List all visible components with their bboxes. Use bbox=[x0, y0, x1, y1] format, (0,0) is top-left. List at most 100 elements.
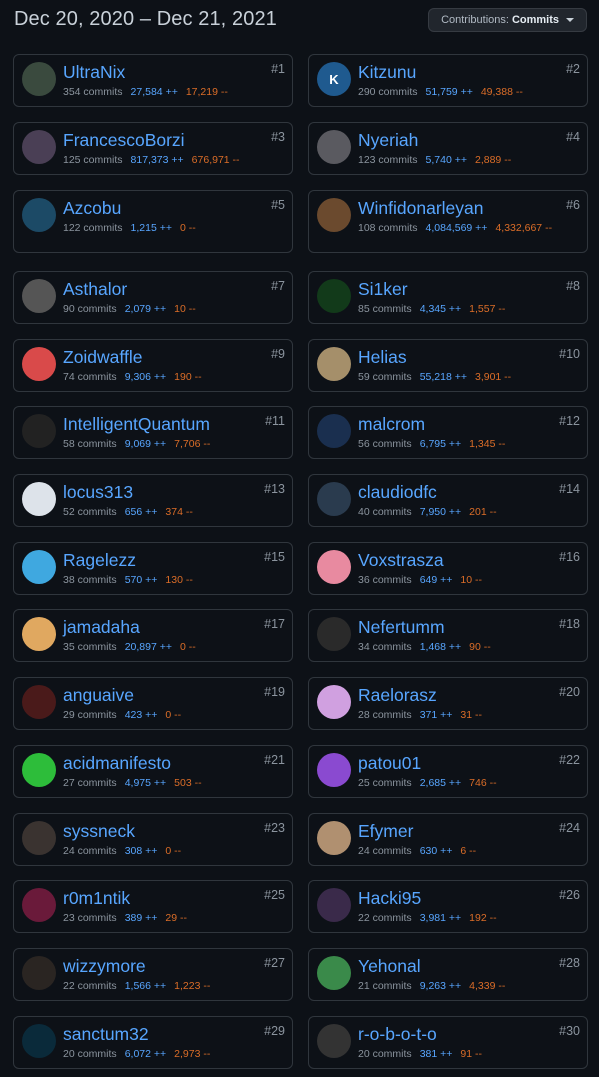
commit-count: 28 commits bbox=[358, 709, 412, 721]
deletions-count: 1,345 -- bbox=[469, 438, 506, 450]
additions-count: 6,795 ++ bbox=[419, 438, 462, 450]
commit-count: 52 commits bbox=[63, 506, 117, 518]
contributor-username-link[interactable]: malcrom bbox=[358, 414, 425, 435]
contributor-rank: #28 bbox=[559, 956, 580, 970]
contributor-username-link[interactable]: Nyeriah bbox=[358, 130, 418, 151]
additions-count: 1,566 ++ bbox=[124, 980, 167, 992]
avatar[interactable] bbox=[22, 482, 56, 516]
additions-count: 20,897 ++ bbox=[124, 641, 172, 653]
avatar[interactable] bbox=[317, 617, 351, 651]
avatar[interactable] bbox=[317, 821, 351, 855]
avatar[interactable] bbox=[317, 753, 351, 787]
contributor-stats: 108 commits 4,084,569 ++ 4,332,667 -- bbox=[358, 221, 583, 235]
contributor-username-link[interactable]: claudiodfc bbox=[358, 482, 437, 503]
contributor-username-link[interactable]: Zoidwaffle bbox=[63, 347, 142, 368]
contributor-username-link[interactable]: acidmanifesto bbox=[63, 753, 171, 774]
contributor-card: Yehonal #28 21 commits 9,263 ++ 4,339 -- bbox=[308, 948, 588, 1001]
contributor-username-link[interactable]: FrancescoBorzi bbox=[63, 130, 185, 151]
avatar[interactable] bbox=[317, 550, 351, 584]
avatar[interactable] bbox=[22, 821, 56, 855]
avatar[interactable] bbox=[317, 956, 351, 990]
avatar[interactable] bbox=[317, 279, 351, 313]
contributor-username-link[interactable]: syssneck bbox=[63, 821, 135, 842]
deletions-count: 503 -- bbox=[174, 777, 202, 789]
contributor-username-link[interactable]: Raelorasz bbox=[358, 685, 437, 706]
avatar[interactable] bbox=[317, 198, 351, 232]
deletions-count: 0 -- bbox=[165, 709, 182, 721]
contributor-username-link[interactable]: Azcobu bbox=[63, 198, 121, 219]
contributor-username-link[interactable]: Si1ker bbox=[358, 279, 408, 300]
contributor-username-link[interactable]: anguaive bbox=[63, 685, 134, 706]
additions-count: 4,975 ++ bbox=[124, 777, 167, 789]
contributor-username-link[interactable]: Kitzunu bbox=[358, 62, 416, 83]
contributor-username-link[interactable]: Helias bbox=[358, 347, 407, 368]
contributor-username-link[interactable]: IntelligentQuantum bbox=[63, 414, 210, 435]
avatar[interactable] bbox=[22, 62, 56, 96]
contributor-stats: 24 commits 308 ++ 0 -- bbox=[63, 844, 323, 858]
contributor-card: anguaive #19 29 commits 423 ++ 0 -- bbox=[13, 677, 293, 730]
commit-count: 123 commits bbox=[358, 154, 418, 166]
contributor-username-link[interactable]: r-o-b-o-t-o bbox=[358, 1024, 437, 1045]
avatar[interactable] bbox=[317, 482, 351, 516]
contributor-rank: #17 bbox=[264, 617, 285, 631]
contributor-username-link[interactable]: Nefertumm bbox=[358, 617, 445, 638]
avatar[interactable] bbox=[317, 888, 351, 922]
commit-count: 21 commits bbox=[358, 980, 412, 992]
contributor-rank: #22 bbox=[559, 753, 580, 767]
avatar[interactable] bbox=[22, 347, 56, 381]
additions-count: 308 ++ bbox=[124, 845, 158, 857]
contributor-username-link[interactable]: jamadaha bbox=[63, 617, 140, 638]
contributor-username-link[interactable]: UltraNix bbox=[63, 62, 125, 83]
contributor-card: UltraNix #1 354 commits 27,584 ++ 17,219 -- bbox=[13, 54, 293, 107]
additions-count: 3,981 ++ bbox=[419, 912, 462, 924]
contributor-card: Raelorasz #20 28 commits 371 ++ 31 -- bbox=[308, 677, 588, 730]
avatar[interactable] bbox=[22, 753, 56, 787]
contributor-username-link[interactable]: Hacki95 bbox=[358, 888, 421, 909]
contributor-username-link[interactable]: Asthalor bbox=[63, 279, 127, 300]
contributor-username-link[interactable]: Winfidonarleyan bbox=[358, 198, 483, 219]
contributor-username-link[interactable]: Ragelezz bbox=[63, 550, 136, 571]
contributor-username-link[interactable]: patou01 bbox=[358, 753, 421, 774]
contributor-stats: 20 commits 381 ++ 91 -- bbox=[358, 1047, 599, 1061]
commit-count: 38 commits bbox=[63, 574, 117, 586]
avatar[interactable] bbox=[22, 888, 56, 922]
avatar[interactable] bbox=[22, 685, 56, 719]
contributor-username-link[interactable]: locus313 bbox=[63, 482, 133, 503]
contributor-username-link[interactable]: Voxstrasza bbox=[358, 550, 444, 571]
contributor-card: syssneck #23 24 commits 308 ++ 0 -- bbox=[13, 813, 293, 866]
contributor-stats: 52 commits 656 ++ 374 -- bbox=[63, 505, 323, 519]
commit-count: 58 commits bbox=[63, 438, 117, 450]
contributor-stats: 23 commits 389 ++ 29 -- bbox=[63, 911, 323, 925]
deletions-count: 29 -- bbox=[165, 912, 187, 924]
contributor-card: malcrom #12 56 commits 6,795 ++ 1,345 -- bbox=[308, 406, 588, 459]
contributor-card: r0m1ntik #25 23 commits 389 ++ 29 -- bbox=[13, 880, 293, 933]
avatar[interactable] bbox=[317, 414, 351, 448]
avatar[interactable] bbox=[317, 347, 351, 381]
avatar[interactable] bbox=[317, 130, 351, 164]
contributor-username-link[interactable]: r0m1ntik bbox=[63, 888, 130, 909]
deletions-count: 90 -- bbox=[469, 641, 491, 653]
avatar[interactable] bbox=[22, 956, 56, 990]
deletions-count: 2,889 -- bbox=[475, 154, 512, 166]
avatar[interactable] bbox=[317, 685, 351, 719]
contributor-username-link[interactable]: Efymer bbox=[358, 821, 413, 842]
avatar[interactable] bbox=[22, 198, 56, 232]
contributor-card: Asthalor #7 90 commits 2,079 ++ 10 -- bbox=[13, 271, 293, 324]
contributor-username-link[interactable]: wizzymore bbox=[63, 956, 146, 977]
deletions-count: 2,973 -- bbox=[174, 1048, 211, 1060]
avatar[interactable] bbox=[22, 414, 56, 448]
avatar[interactable] bbox=[22, 617, 56, 651]
commit-count: 20 commits bbox=[63, 1048, 117, 1060]
avatar[interactable] bbox=[22, 130, 56, 164]
deletions-count: 1,557 -- bbox=[469, 303, 506, 315]
additions-count: 630 ++ bbox=[419, 845, 453, 857]
avatar[interactable] bbox=[22, 279, 56, 313]
contributor-username-link[interactable]: Yehonal bbox=[358, 956, 421, 977]
avatar[interactable] bbox=[317, 1024, 351, 1058]
contributor-username-link[interactable]: sanctum32 bbox=[63, 1024, 149, 1045]
avatar[interactable] bbox=[22, 550, 56, 584]
commit-count: 24 commits bbox=[358, 845, 412, 857]
contributor-rank: #19 bbox=[264, 685, 285, 699]
avatar[interactable]: K bbox=[317, 62, 351, 96]
avatar[interactable] bbox=[22, 1024, 56, 1058]
